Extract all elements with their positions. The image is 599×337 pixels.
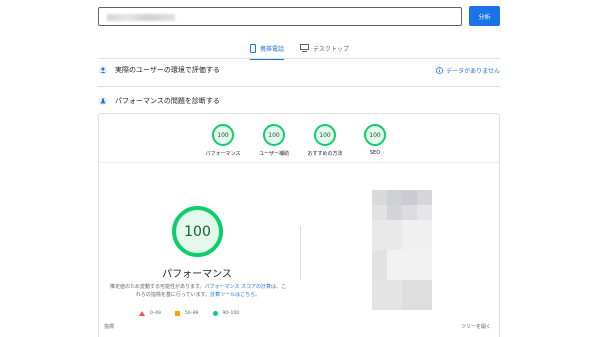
divider bbox=[99, 162, 499, 163]
field-data-title: 実際のユーザーの環境で評価する bbox=[115, 66, 220, 74]
score-gauges: 100 パフォーマンス 100 ユーザー補助 100 おすすめの方法 100 S… bbox=[99, 124, 499, 164]
report-card: 100 パフォーマンス 100 ユーザー補助 100 おすすめの方法 100 S… bbox=[98, 113, 500, 337]
legend-pass-label: 90–100 bbox=[222, 310, 240, 316]
calculator-link[interactable]: 計算ツールはこちら。 bbox=[210, 292, 260, 298]
metrics-heading: 指標 bbox=[104, 324, 115, 330]
average-square-icon bbox=[174, 310, 180, 316]
tab-mobile-label: 携帯電話 bbox=[260, 45, 285, 53]
performance-score-gauge: 100 bbox=[172, 206, 223, 257]
tab-desktop-label: デスクトップ bbox=[313, 45, 350, 53]
url-input[interactable] bbox=[98, 7, 462, 26]
divider bbox=[300, 226, 301, 280]
no-data-link[interactable]: データがありません bbox=[436, 63, 500, 77]
lab-flask-icon bbox=[98, 96, 108, 106]
view-treemap-link[interactable]: ツリーを開く bbox=[461, 323, 491, 330]
info-icon bbox=[436, 66, 444, 74]
blurred-url-text bbox=[107, 14, 175, 21]
no-data-label: データがありません bbox=[446, 67, 500, 75]
pass-circle-icon bbox=[212, 310, 218, 316]
tab-mobile[interactable]: 携帯電話 bbox=[250, 38, 285, 60]
gauge-score: 100 bbox=[263, 124, 285, 146]
analyze-button[interactable]: 分析 bbox=[469, 6, 500, 26]
desktop-icon bbox=[300, 44, 309, 52]
gauge-score: 100 bbox=[212, 124, 234, 146]
gauge-label: おすすめの方法 bbox=[307, 151, 343, 157]
fail-triangle-icon bbox=[139, 310, 145, 316]
score-description: 推定値のため変動する可能性があります。パフォーマンス スコアの計算は、これらの指… bbox=[109, 283, 287, 299]
tab-desktop[interactable]: デスクトップ bbox=[300, 38, 349, 58]
legend-pass: 90–100 bbox=[212, 310, 240, 316]
gauge-label: パフォーマンス bbox=[205, 151, 241, 157]
field-data-section: 実際のユーザーの環境で評価する データがありません bbox=[98, 63, 500, 77]
divider bbox=[98, 86, 500, 87]
legend-average-label: 50–89 bbox=[184, 310, 199, 316]
gauge-seo[interactable]: 100 SEO bbox=[345, 124, 405, 156]
legend-average: 50–89 bbox=[174, 310, 199, 316]
device-tabs: 携帯電話 デスクトップ bbox=[0, 38, 599, 60]
performance-title: パフォーマンス bbox=[162, 269, 232, 280]
score-calculation-link[interactable]: パフォーマンス スコアの計算 bbox=[205, 284, 272, 290]
mobile-phone-icon bbox=[250, 43, 256, 53]
score-legend: 0–49 50–89 90–100 bbox=[139, 309, 253, 317]
page-screenshot-thumbnail bbox=[372, 190, 432, 310]
diagnose-title: パフォーマンスの問題を診断する bbox=[115, 97, 220, 105]
gauge-score: 100 bbox=[314, 124, 336, 146]
gauge-label: SEO bbox=[369, 150, 381, 156]
divider bbox=[98, 58, 500, 59]
legend-fail-label: 0–49 bbox=[150, 310, 161, 316]
legend-fail: 0–49 bbox=[139, 310, 161, 316]
diagnose-section: パフォーマンスの問題を診断する bbox=[98, 94, 500, 108]
users-icon bbox=[98, 65, 108, 75]
description-text: 推定値のため変動する可能性があります。 bbox=[109, 284, 205, 290]
gauge-score: 100 bbox=[364, 124, 386, 146]
gauge-label: ユーザー補助 bbox=[259, 151, 289, 157]
